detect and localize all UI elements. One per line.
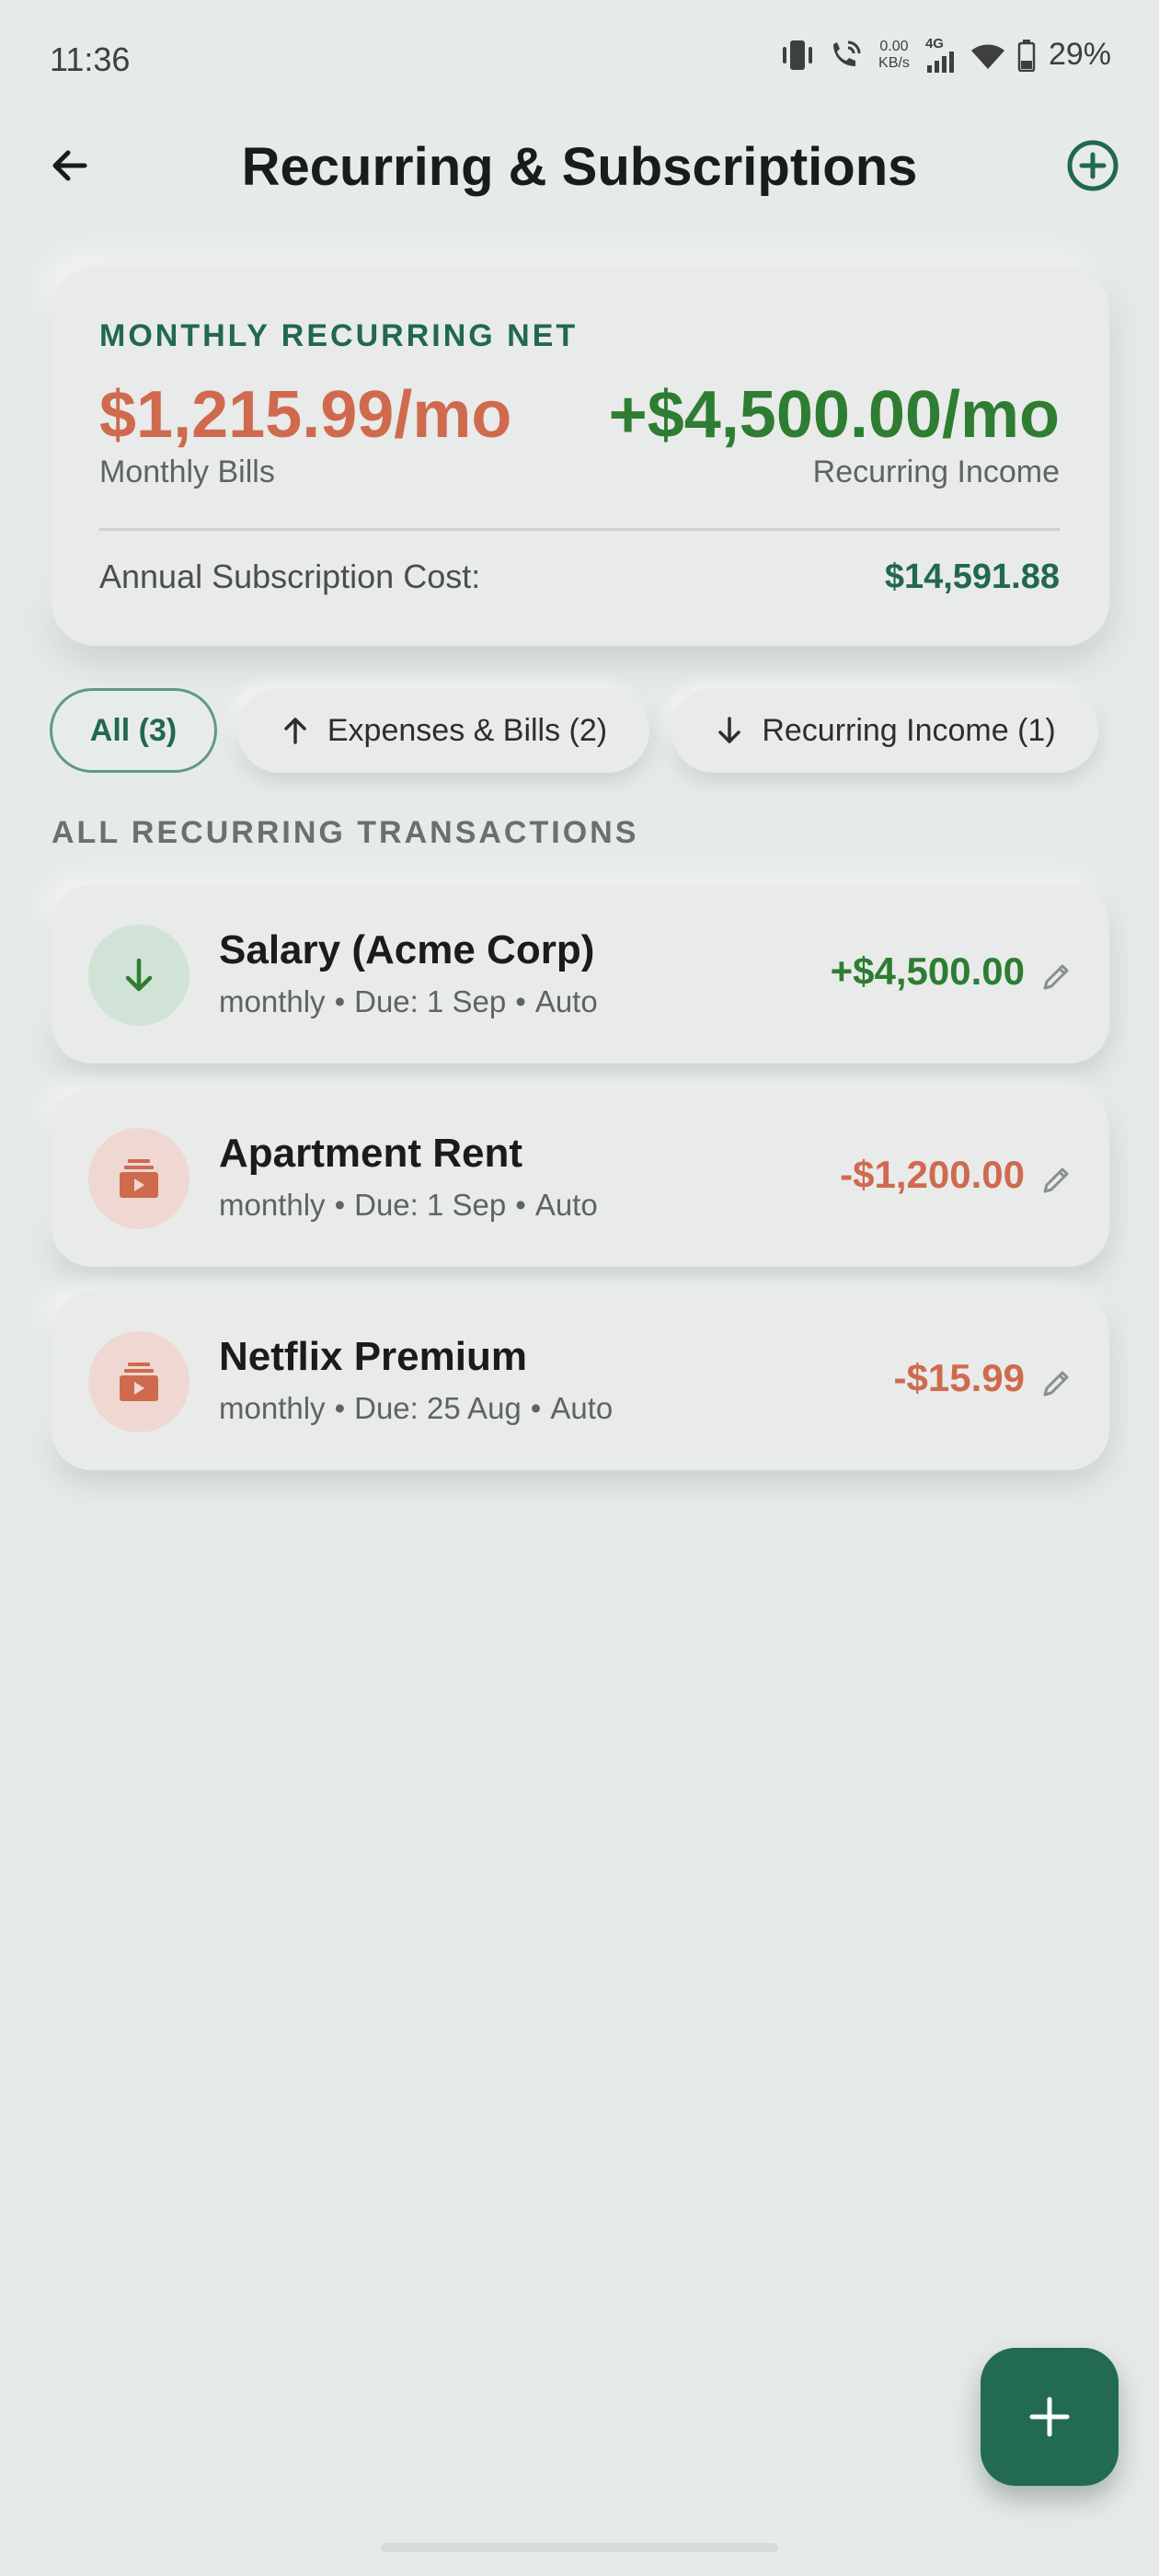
filter-chip-label: Expenses & Bills (2) bbox=[327, 712, 608, 748]
annual-cost-value: $14,591.88 bbox=[884, 558, 1060, 596]
annual-cost-label: Annual Subscription Cost: bbox=[99, 558, 481, 595]
arrow-up-icon bbox=[284, 718, 306, 744]
transaction-frequency: monthly bbox=[219, 1391, 326, 1425]
transaction-row[interactable]: Salary (Acme Corp) monthly • Due: 1 Sep • Au… bbox=[52, 885, 1109, 1064]
filter-chip-expenses[interactable]: Expenses & Bills (2) bbox=[237, 688, 649, 773]
filter-chip-all[interactable]: All (3) bbox=[50, 688, 217, 773]
status-bar: 11:36 0.00 KB/s 4G 29% bbox=[0, 0, 1159, 120]
wifi-call-icon bbox=[828, 39, 863, 72]
page-title: Recurring & Subscriptions bbox=[241, 137, 918, 197]
recurring-income-amount: +$4,500.00/mo bbox=[608, 378, 1060, 452]
summary-divider bbox=[99, 528, 1060, 531]
signal-icon: 4G bbox=[924, 35, 958, 73]
app-header: Recurring & Subscriptions bbox=[0, 120, 1159, 212]
recurring-subscriptions-screen: 11:36 0.00 KB/s 4G 29% Recurring & Subsc… bbox=[0, 0, 1159, 2576]
summary-label: MONTHLY RECURRING NET bbox=[99, 318, 579, 353]
separator-dot: • bbox=[334, 1391, 346, 1425]
filter-chip-label: Recurring Income (1) bbox=[762, 712, 1056, 748]
transaction-row[interactable]: Apartment Rent monthly • Due: 1 Sep • Auto -… bbox=[52, 1088, 1109, 1267]
transaction-frequency: monthly bbox=[219, 984, 326, 1018]
transaction-frequency: monthly bbox=[219, 1188, 326, 1222]
separator-dot: • bbox=[334, 1188, 346, 1222]
transaction-row[interactable]: Netflix Premium monthly • Due: 25 Aug • Auto… bbox=[52, 1292, 1109, 1470]
add-transaction-fab[interactable] bbox=[981, 2348, 1119, 2486]
transaction-due: Due: 25 Aug bbox=[354, 1391, 522, 1425]
pencil-icon bbox=[1043, 964, 1069, 990]
plus-circle-icon bbox=[1067, 140, 1119, 191]
transaction-amount: +$4,500.00 bbox=[830, 949, 1025, 993]
status-time: 11:36 bbox=[50, 40, 131, 78]
section-title: ALL RECURRING TRANSACTIONS bbox=[52, 815, 639, 850]
transaction-meta: monthly • Due: 25 Aug • Auto bbox=[219, 1391, 613, 1426]
filter-chip-income[interactable]: Recurring Income (1) bbox=[671, 688, 1098, 773]
separator-dot: • bbox=[515, 1188, 526, 1222]
status-icons: 0.00 KB/s 4G 29% bbox=[778, 37, 1111, 73]
subscriptions-icon bbox=[120, 1159, 158, 1198]
add-recurring-button[interactable] bbox=[1058, 131, 1128, 201]
wifi-icon bbox=[970, 40, 1006, 71]
net-speed: 0.00 KB/s bbox=[874, 39, 914, 72]
edit-button[interactable] bbox=[1038, 1162, 1074, 1199]
plus-icon bbox=[1029, 2397, 1070, 2437]
pencil-icon bbox=[1043, 1167, 1069, 1193]
monthly-bills-amount: $1,215.99/mo bbox=[99, 378, 512, 452]
transaction-mode: Auto bbox=[550, 1391, 614, 1425]
recurring-income-caption: Recurring Income bbox=[812, 454, 1060, 489]
monthly-bills-caption: Monthly Bills bbox=[99, 454, 275, 489]
transaction-amount: -$1,200.00 bbox=[840, 1153, 1025, 1196]
edit-button[interactable] bbox=[1038, 959, 1074, 995]
separator-dot: • bbox=[515, 984, 526, 1018]
transaction-mode: Auto bbox=[534, 984, 598, 1018]
transaction-amount: -$15.99 bbox=[893, 1356, 1025, 1399]
edit-button[interactable] bbox=[1038, 1365, 1074, 1402]
transaction-name: Salary (Acme Corp) bbox=[219, 927, 595, 972]
transaction-icon bbox=[88, 925, 189, 1026]
pencil-icon bbox=[1043, 1371, 1069, 1397]
monthly-summary-card: MONTHLY RECURRING NET $1,215.99/mo Month… bbox=[52, 267, 1109, 646]
transaction-meta: monthly • Due: 1 Sep • Auto bbox=[219, 1188, 598, 1223]
transaction-due: Due: 1 Sep bbox=[354, 1188, 507, 1222]
subscriptions-icon bbox=[120, 1363, 158, 1401]
transaction-due: Due: 1 Sep bbox=[354, 984, 507, 1018]
transaction-name: Apartment Rent bbox=[219, 1131, 523, 1176]
vibrate-icon bbox=[778, 39, 817, 72]
transaction-icon bbox=[88, 1128, 189, 1229]
separator-dot: • bbox=[530, 1391, 542, 1425]
home-indicator[interactable] bbox=[381, 2543, 778, 2552]
transaction-meta: monthly • Due: 1 Sep • Auto bbox=[219, 984, 598, 1019]
filter-chip-label: All (3) bbox=[89, 712, 178, 748]
network-type: 4G bbox=[924, 35, 944, 52]
transaction-icon bbox=[88, 1331, 189, 1432]
arrow-down-icon bbox=[718, 717, 741, 743]
arrow-down-icon bbox=[125, 958, 153, 992]
transaction-name: Netflix Premium bbox=[219, 1334, 527, 1379]
net-speed-unit: KB/s bbox=[878, 54, 910, 71]
separator-dot: • bbox=[334, 984, 346, 1018]
battery-icon bbox=[1017, 39, 1036, 72]
transaction-mode: Auto bbox=[534, 1188, 598, 1222]
net-speed-value: 0.00 bbox=[879, 38, 909, 54]
battery-percent: 29% bbox=[1048, 37, 1111, 72]
